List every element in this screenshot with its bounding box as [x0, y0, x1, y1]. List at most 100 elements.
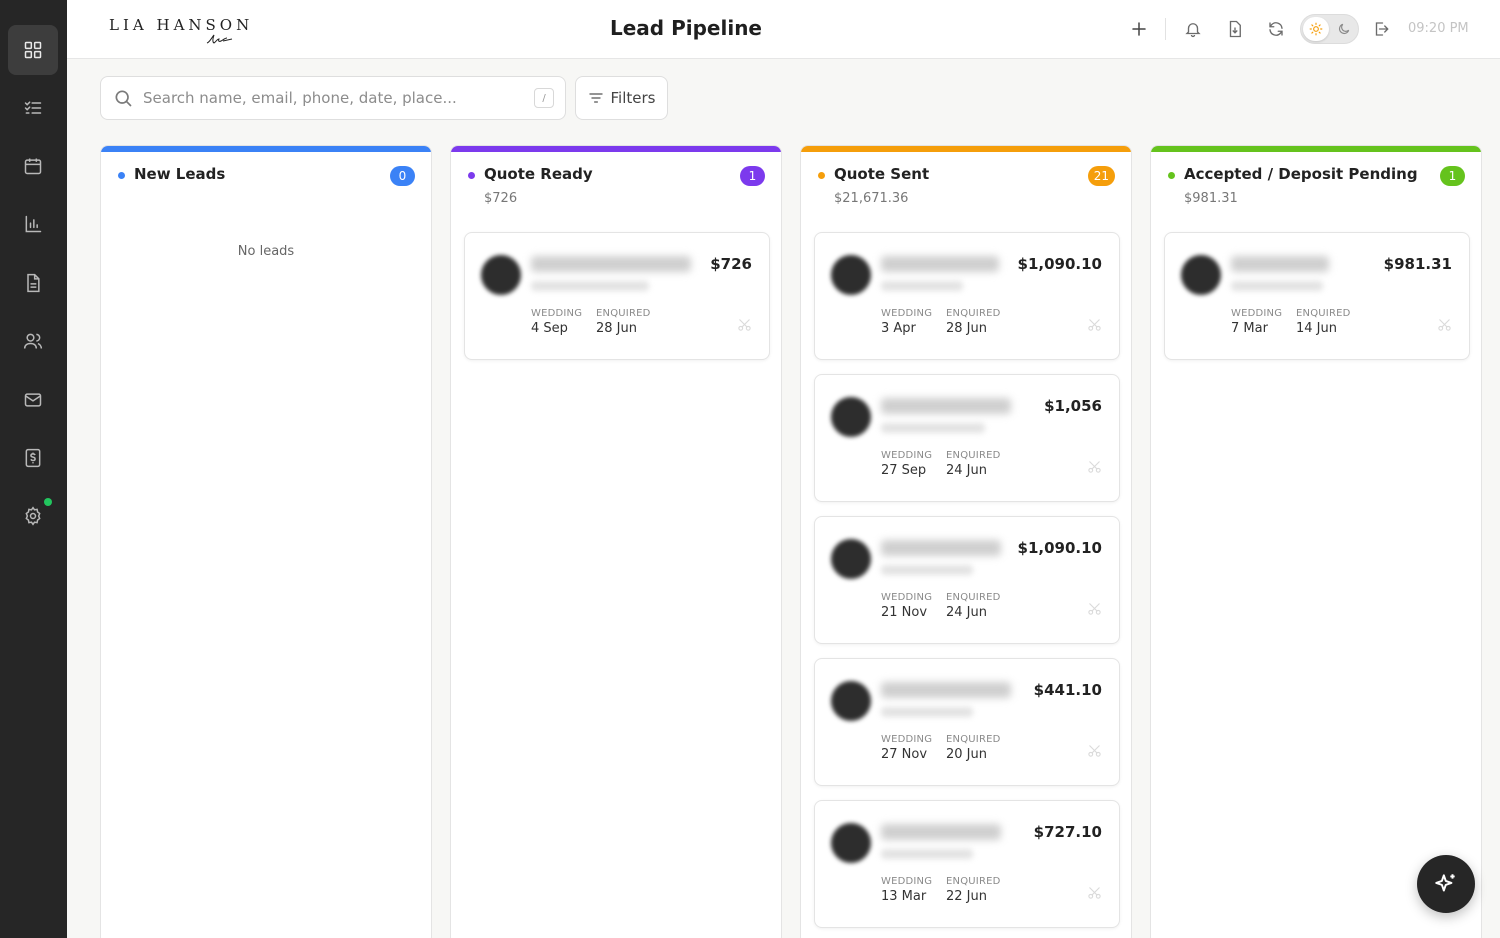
- lead-detail-redacted: [531, 281, 649, 291]
- scissors-icon[interactable]: [1437, 317, 1452, 332]
- refresh-button[interactable]: [1264, 17, 1288, 41]
- column-accent-bar: [1151, 146, 1481, 152]
- brand-logo[interactable]: LIA HANSON: [109, 14, 249, 46]
- wedding-label: WEDDING: [881, 450, 933, 461]
- add-button[interactable]: [1127, 17, 1151, 41]
- wedding-label: WEDDING: [1231, 308, 1283, 319]
- lead-card[interactable]: $1,090.10 WEDDING 3 Apr ENQUIRED 28 Jun: [814, 232, 1120, 360]
- sidebar-item-tasks[interactable]: [8, 83, 58, 133]
- lead-card[interactable]: $727.10 WEDDING 13 Mar ENQUIRED 22 Jun: [814, 800, 1120, 928]
- sidebar-item-reports[interactable]: [8, 199, 58, 249]
- search-box: /: [100, 76, 566, 120]
- column-count-badge: 21: [1087, 166, 1115, 186]
- column-count-badge: 1: [740, 166, 765, 186]
- enquired-date: 28 Jun: [946, 321, 987, 336]
- avatar: [831, 255, 871, 295]
- scissors-icon[interactable]: [1087, 317, 1102, 332]
- lead-amount: $727.10: [1033, 823, 1102, 841]
- sidebar-item-invoices[interactable]: [8, 433, 58, 483]
- search-input[interactable]: [143, 85, 523, 111]
- lead-name-redacted: [1231, 256, 1329, 272]
- enquired-date: 14 Jun: [1296, 321, 1337, 336]
- toolbar-divider: [1165, 18, 1166, 40]
- column-status-dot: [1168, 172, 1175, 179]
- wedding-date: 13 Mar: [881, 889, 927, 904]
- sidebar-item-dashboard[interactable]: [8, 25, 58, 75]
- mail-icon: [24, 393, 42, 407]
- enquired-date: 24 Jun: [946, 605, 987, 620]
- enquired-label: ENQUIRED: [946, 592, 1001, 603]
- gear-icon: [25, 506, 41, 526]
- topbar: LIA HANSON Lead Pipeline 09:20 PM: [67, 0, 1500, 59]
- export-button[interactable]: [1223, 17, 1247, 41]
- lead-amount: $981.31: [1383, 255, 1452, 273]
- bell-icon: [1185, 23, 1201, 38]
- notifications-button[interactable]: [1181, 17, 1205, 41]
- sidebar-item-documents[interactable]: [8, 258, 58, 308]
- calendar-icon: [24, 158, 42, 175]
- column-quote-ready: Quote Ready 1 $726 $726 WEDDING 4 Sep EN…: [450, 145, 782, 938]
- lead-card[interactable]: $1,090.10 WEDDING 21 Nov ENQUIRED 24 Jun: [814, 516, 1120, 644]
- scissors-icon[interactable]: [1087, 885, 1102, 900]
- sidebar-item-calendar[interactable]: [8, 141, 58, 191]
- enquired-label: ENQUIRED: [946, 450, 1001, 461]
- logout-icon: [1375, 22, 1389, 36]
- sidebar-item-clients[interactable]: [8, 316, 58, 366]
- wedding-date: 3 Apr: [881, 321, 916, 336]
- scissors-icon[interactable]: [737, 317, 752, 332]
- lead-card[interactable]: $441.10 WEDDING 27 Nov ENQUIRED 20 Jun: [814, 658, 1120, 786]
- lead-name-redacted: [881, 824, 1001, 840]
- column-status-dot: [818, 172, 825, 179]
- lead-detail-redacted: [1231, 281, 1323, 291]
- lead-card[interactable]: $981.31 WEDDING 7 Mar ENQUIRED 14 Jun: [1164, 232, 1470, 360]
- column-accent-bar: [801, 146, 1131, 152]
- column-total: $21,671.36: [834, 191, 909, 206]
- enquired-label: ENQUIRED: [946, 876, 1001, 887]
- lead-name-redacted: [881, 256, 999, 272]
- enquired-label: ENQUIRED: [1296, 308, 1351, 319]
- invoice-icon: [25, 448, 41, 468]
- filters-button[interactable]: Filters: [575, 76, 668, 120]
- column-accent-bar: [451, 146, 781, 152]
- scissors-icon[interactable]: [1087, 459, 1102, 474]
- dark-mode-option[interactable]: [1333, 18, 1355, 40]
- lead-amount: $1,090.10: [1017, 255, 1102, 273]
- scissors-icon[interactable]: [1087, 601, 1102, 616]
- lead-card[interactable]: $726 WEDDING 4 Sep ENQUIRED 28 Jun: [464, 232, 770, 360]
- sun-icon: [1309, 22, 1323, 36]
- column-title: New Leads: [134, 165, 226, 183]
- search-shortcut-hint: /: [534, 88, 554, 108]
- lead-amount: $441.10: [1033, 681, 1102, 699]
- wedding-date: 4 Sep: [531, 321, 568, 336]
- logout-button[interactable]: [1369, 17, 1393, 41]
- lead-detail-redacted: [881, 281, 963, 291]
- wedding-date: 7 Mar: [1231, 321, 1268, 336]
- lead-card[interactable]: $1,056 WEDDING 27 Sep ENQUIRED 24 Jun: [814, 374, 1120, 502]
- lead-amount: $726: [710, 255, 752, 273]
- column-count-badge: 1: [1440, 166, 1465, 186]
- bar-chart-icon: [25, 215, 42, 233]
- theme-toggle[interactable]: [1300, 14, 1359, 44]
- settings-notification-dot: [44, 498, 52, 506]
- grid-icon: [24, 41, 42, 59]
- filters-label: Filters: [610, 89, 656, 107]
- enquired-date: 20 Jun: [946, 747, 987, 762]
- column-title: Accepted / Deposit Pending: [1184, 165, 1418, 183]
- scissors-icon[interactable]: [1087, 743, 1102, 758]
- plus-icon: [1132, 22, 1146, 36]
- avatar: [831, 681, 871, 721]
- lead-detail-redacted: [881, 423, 985, 433]
- sidebar-item-mail[interactable]: [8, 375, 58, 425]
- avatar: [831, 539, 871, 579]
- moon-icon: [1339, 23, 1350, 34]
- refresh-icon: [1269, 22, 1283, 36]
- column-accent-bar: [101, 146, 431, 152]
- light-mode-option[interactable]: [1303, 17, 1329, 41]
- wedding-label: WEDDING: [881, 592, 933, 603]
- wedding-label: WEDDING: [881, 734, 933, 745]
- lead-detail-redacted: [881, 565, 973, 575]
- ai-assistant-button[interactable]: [1417, 855, 1475, 913]
- file-download-icon: [1229, 20, 1241, 38]
- wedding-date: 27 Nov: [881, 747, 928, 762]
- enquired-date: 24 Jun: [946, 463, 987, 478]
